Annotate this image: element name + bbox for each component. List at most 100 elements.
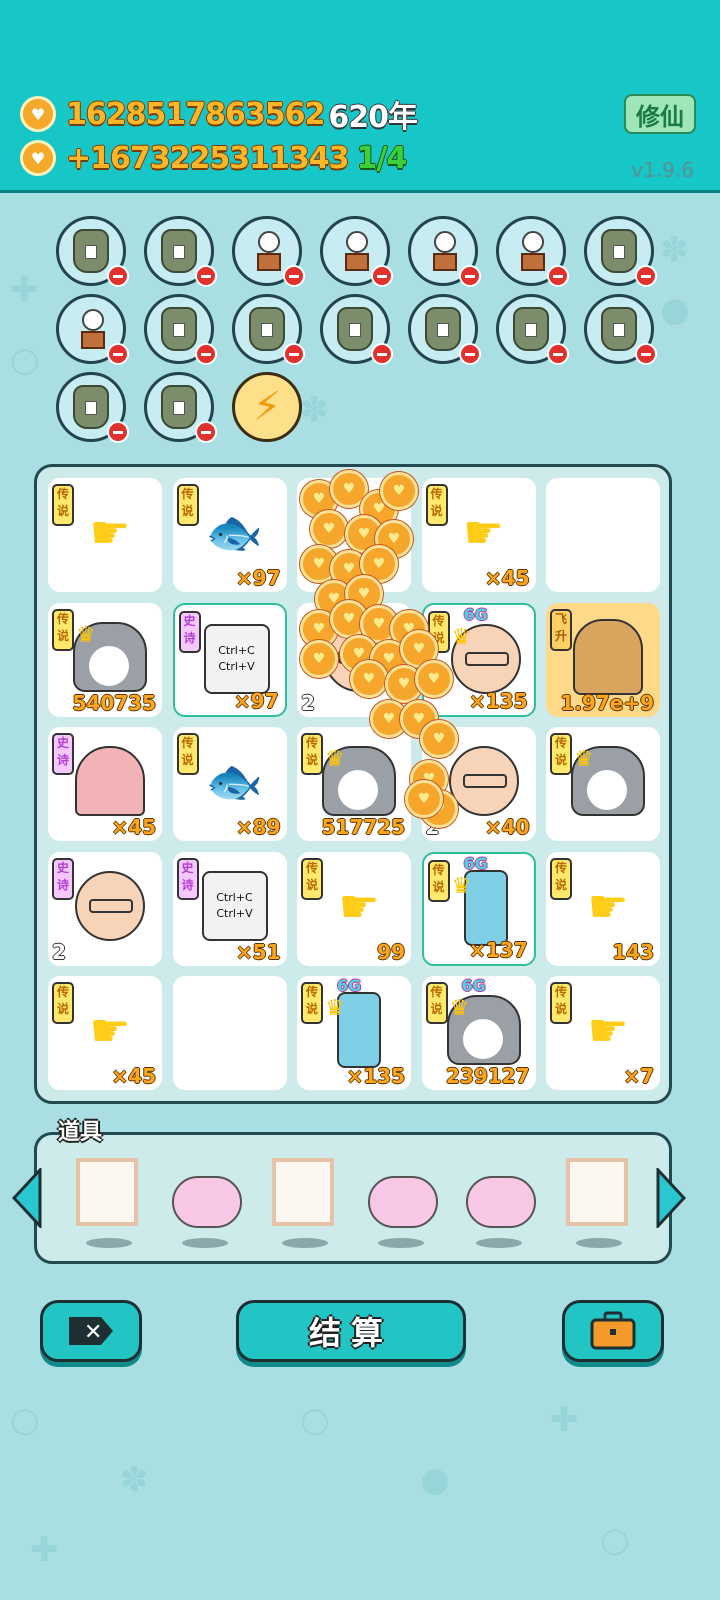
arrow-right-icon[interactable] <box>656 1168 686 1228</box>
progress-counter: 1/4 <box>356 140 408 176</box>
seed-bag-item[interactable] <box>408 294 481 365</box>
background-pattern: ✽ <box>660 230 689 270</box>
seed-bag-item[interactable] <box>144 216 217 287</box>
board-cell[interactable]: ☛ 传说 ×45 <box>421 478 536 592</box>
remove-icon[interactable] <box>283 265 305 287</box>
heart-coin-icon: ♥ <box>350 660 388 698</box>
seed-bag-item[interactable] <box>496 294 569 365</box>
flower-pot-item[interactable] <box>408 216 481 287</box>
board-cell[interactable]: ♛ 传说 6G ×137 <box>421 851 536 966</box>
board-cell[interactable]: ☛ 传说 <box>48 478 162 592</box>
board-cell[interactable]: 史诗 ×45 <box>48 727 162 841</box>
board-cell[interactable]: ♛ 传说 6G ×135 <box>297 976 411 1090</box>
remove-icon[interactable] <box>195 343 217 365</box>
remove-icon[interactable] <box>107 343 129 365</box>
board-cell[interactable]: 🐟 传说 ×97 <box>172 478 287 592</box>
flower-pot-item[interactable] <box>320 216 393 287</box>
remove-icon[interactable] <box>459 265 481 287</box>
piggy-bank-item[interactable] <box>368 1158 440 1238</box>
board-cell[interactable]: ☛ 传说 143 <box>546 851 660 966</box>
item-level: 2 <box>52 939 66 964</box>
pointing-hand-icon: ☛ <box>338 878 380 933</box>
frame-item[interactable] <box>76 1158 148 1238</box>
frame-item[interactable] <box>566 1158 638 1238</box>
remove-icon[interactable] <box>547 343 569 365</box>
heart-coin-icon: ♥ <box>300 640 338 678</box>
background-pattern: ✽ <box>120 1460 149 1500</box>
remove-icon[interactable] <box>371 265 393 287</box>
item-quantity: ×135 <box>468 688 528 713</box>
flower-pot-item[interactable] <box>56 294 129 365</box>
inventory-button[interactable] <box>562 1300 664 1362</box>
coins-rate: +1673225311343 <box>66 140 349 176</box>
item-quantity: ×45 <box>111 815 156 839</box>
seed-bag-item[interactable] <box>320 294 393 365</box>
heart-coin-icon: ♥ <box>20 96 56 132</box>
board-cell[interactable]: ☛ 传说 99 <box>297 851 411 966</box>
board-cell[interactable] <box>172 976 287 1090</box>
item-quantity: ×97 <box>235 566 281 590</box>
seed-bag-item[interactable] <box>144 294 217 365</box>
close-button[interactable]: ✕ <box>40 1300 142 1362</box>
seed-bag-icon <box>601 307 637 351</box>
flower-pot-icon <box>430 231 457 271</box>
remove-icon[interactable] <box>547 265 569 287</box>
board-cell[interactable]: 🐟 传说 ×89 <box>172 727 287 841</box>
remove-icon[interactable] <box>371 343 393 365</box>
board-cell[interactable]: 飞升 1.97e+9 <box>546 602 660 717</box>
remove-icon[interactable] <box>195 421 217 443</box>
item-quantity: 540735 <box>72 690 157 715</box>
piggy-bank-item[interactable] <box>466 1158 538 1238</box>
board-cell[interactable]: Ctrl+C Ctrl+V 史诗 ×97 <box>172 602 287 717</box>
props-title: 道具 <box>58 1120 103 1145</box>
frame-item[interactable] <box>272 1158 344 1238</box>
picture-frame-icon <box>76 1158 138 1226</box>
remove-icon[interactable] <box>459 343 481 365</box>
rarity-tag: 传说 <box>176 733 199 775</box>
remove-icon[interactable] <box>195 265 217 287</box>
lightning-boost-icon[interactable]: ⚡ <box>232 372 302 442</box>
picture-frame-icon <box>272 1158 334 1226</box>
board-cell[interactable]: Ctrl+C Ctrl+V 史诗 ×51 <box>172 851 287 966</box>
6g-badge: 6G <box>463 604 488 624</box>
remove-icon[interactable] <box>107 265 129 287</box>
background-pattern: ○ <box>300 1400 330 1440</box>
coins-total-row: ♥ 1628517863562 620年 <box>20 92 418 136</box>
seed-bag-item[interactable] <box>56 372 129 443</box>
board-cell[interactable]: ♛ 传说 540735 <box>48 602 162 717</box>
board-cell[interactable]: ☛ 传说 ×45 <box>48 976 162 1090</box>
flower-pot-item[interactable] <box>232 216 305 287</box>
remove-icon[interactable] <box>635 265 657 287</box>
rarity-tag: 传说 <box>550 857 572 900</box>
board-cell[interactable]: ♛ 传说 6G 239127 <box>421 976 536 1090</box>
pointing-hand-icon: ☛ <box>89 1003 131 1057</box>
seed-bag-item[interactable] <box>584 294 657 365</box>
board-cell[interactable]: ☛ 传说 ×7 <box>546 976 660 1090</box>
seed-bag-item[interactable] <box>56 216 129 287</box>
remove-icon[interactable] <box>107 421 129 443</box>
seed-bag-item[interactable] <box>232 294 305 365</box>
arrow-left-icon[interactable] <box>12 1168 42 1228</box>
settle-button[interactable]: 结算 <box>236 1300 466 1362</box>
board-cell[interactable]: 史诗 2 <box>48 851 162 966</box>
remove-icon[interactable] <box>635 343 657 365</box>
board-cell[interactable] <box>546 478 660 592</box>
xiuxian-button[interactable]: 修仙 <box>624 94 696 134</box>
board-cell[interactable]: ♛ 传说 <box>546 727 660 841</box>
piggy-bank-item[interactable] <box>172 1158 244 1238</box>
seed-bag-item[interactable] <box>584 216 657 287</box>
briefcase-icon <box>590 1311 636 1350</box>
board-cell[interactable]: ♛ 传说 6G ×135 <box>421 602 536 717</box>
remove-icon[interactable] <box>283 343 305 365</box>
rarity-tag: 传说 <box>427 859 450 902</box>
6g-badge: 6G <box>461 976 486 995</box>
rarity-tag: 传说 <box>550 733 572 775</box>
background-pattern: ✚ <box>10 270 39 310</box>
flower-pot-item[interactable] <box>496 216 569 287</box>
seed-bag-item[interactable] <box>144 372 217 443</box>
koi-fish-icon: 🐟 <box>205 753 264 808</box>
old-man-icon <box>70 866 150 946</box>
crown-icon: ♛ <box>449 996 470 1021</box>
seed-bag-icon <box>601 229 637 273</box>
board-cell[interactable]: ♛ 传说 517725 <box>297 727 411 841</box>
